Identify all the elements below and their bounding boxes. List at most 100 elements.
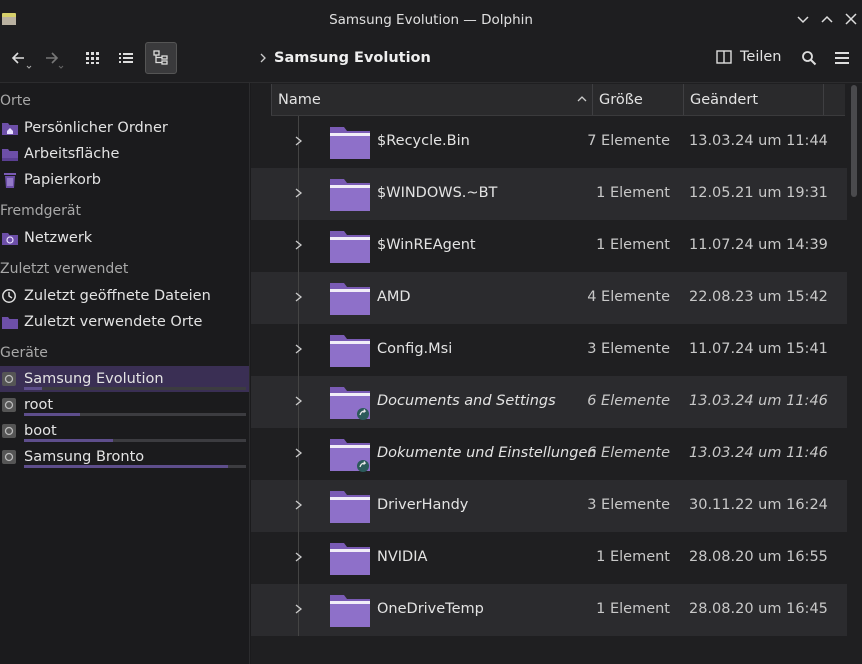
file-row[interactable]: $WinREAgent 1 Element 11.07.24 um 14:39 (251, 220, 847, 272)
toolbar: Samsung Evolution Teilen (0, 38, 862, 83)
file-row[interactable]: Dokumente und Einstellungen 6 Elemente 13.… (251, 428, 847, 480)
place-home[interactable]: Persönlicher Ordner (0, 115, 249, 141)
place-recent-files[interactable]: Zuletzt geöffnete Dateien (0, 283, 249, 309)
file-size: 3 Elemente (587, 341, 670, 357)
place-trash[interactable]: Papierkorb (0, 167, 249, 193)
breadcrumb-current[interactable]: Samsung Evolution (274, 50, 431, 66)
file-modified: 22.08.23 um 15:42 (689, 289, 828, 305)
list-icon (119, 53, 133, 63)
menu-button[interactable] (830, 42, 854, 74)
expand-chevron-icon[interactable] (294, 446, 304, 460)
sort-ascending-icon (577, 96, 587, 102)
file-name: $WINDOWS.~BT (377, 185, 498, 201)
file-row[interactable]: $WINDOWS.~BT 1 Element 12.05.21 um 19:31 (251, 168, 847, 220)
column-size[interactable]: Größe (592, 84, 683, 115)
search-button[interactable] (797, 42, 821, 74)
place-label: Zuletzt geöffnete Dateien (24, 288, 211, 304)
file-modified: 11.07.24 um 15:41 (689, 341, 828, 357)
forward-button[interactable] (38, 42, 66, 74)
section-orte: Orte (0, 93, 31, 109)
device-label: root (24, 397, 54, 413)
file-size: 6 Elemente (587, 393, 670, 409)
search-icon (802, 51, 817, 66)
expand-chevron-icon[interactable] (294, 134, 304, 148)
file-size: 1 Element (596, 185, 670, 201)
file-name: DriverHandy (377, 497, 469, 513)
drive-icon (2, 450, 16, 464)
place-label: Zuletzt verwendete Orte (24, 314, 203, 330)
folder-icon (330, 595, 370, 627)
expand-chevron-icon[interactable] (294, 602, 304, 616)
home-folder-icon (2, 123, 18, 135)
expand-chevron-icon[interactable] (294, 394, 304, 408)
folder-icon (330, 491, 370, 523)
file-size: 1 Element (596, 549, 670, 565)
file-row[interactable]: DriverHandy 3 Elemente 30.11.22 um 16:24 (251, 480, 847, 532)
place-label: Netzwerk (24, 230, 93, 246)
folder-icon (330, 127, 370, 159)
folder-icon (330, 231, 370, 263)
file-row[interactable]: Documents and Settings 6 Elemente 13.03.24… (251, 376, 847, 428)
file-name: Documents and Settings (377, 393, 556, 409)
icons-view-button[interactable] (79, 42, 107, 74)
compact-view-button[interactable] (112, 42, 140, 74)
column-name-label: Name (278, 91, 321, 108)
column-name[interactable]: Name (271, 84, 592, 115)
file-name: AMD (377, 289, 411, 305)
title-bar: Samsung Evolution — Dolphin (0, 0, 862, 38)
expand-chevron-icon[interactable] (294, 550, 304, 564)
file-size: 7 Elemente (587, 133, 670, 149)
folder-icon (330, 179, 370, 211)
file-row[interactable]: AMD 4 Elemente 22.08.23 um 15:42 (251, 272, 847, 324)
chevron-right-icon (260, 53, 266, 63)
file-size: 1 Element (596, 601, 670, 617)
window-title: Samsung Evolution — Dolphin (329, 12, 533, 28)
file-size: 3 Elemente (587, 497, 670, 513)
place-recent-locations[interactable]: Zuletzt verwendete Orte (0, 309, 249, 335)
file-row[interactable]: OneDriveTemp 1 Element 28.08.20 um 16:45 (251, 584, 847, 636)
share-label: Teilen (740, 49, 782, 65)
expand-chevron-icon[interactable] (294, 290, 304, 304)
file-name: OneDriveTemp (377, 601, 484, 617)
file-size: 1 Element (596, 237, 670, 253)
device-label: Samsung Evolution (24, 371, 164, 387)
place-desktop[interactable]: Arbeitsfläche (0, 141, 249, 167)
file-name: Dokumente und Einstellungen (377, 445, 597, 461)
file-row[interactable]: $Recycle.Bin 7 Elemente 13.03.24 um 11:44 (251, 116, 847, 168)
scrollbar-thumb[interactable] (851, 85, 857, 197)
column-header: Name Größe Geändert (271, 84, 845, 116)
tree-view-icon (153, 50, 168, 65)
vertical-scrollbar[interactable] (849, 85, 859, 664)
maximize-icon[interactable] (819, 11, 835, 27)
share-button[interactable]: Teilen (716, 49, 781, 65)
file-row[interactable]: Config.Msi 3 Elemente 11.07.24 um 15:41 (251, 324, 847, 376)
place-network[interactable]: Netzwerk (0, 225, 249, 251)
section-devices: Geräte (0, 345, 48, 361)
device-usage-bar (24, 439, 246, 442)
device-label: Samsung Bronto (24, 449, 145, 465)
hamburger-menu-icon (835, 52, 849, 64)
file-row[interactable]: NVIDIA 1 Element 28.08.20 um 16:55 (251, 532, 847, 584)
grid-icon (86, 52, 99, 64)
file-size: 4 Elemente (587, 289, 670, 305)
desktop-folder-icon (2, 149, 18, 161)
expand-chevron-icon[interactable] (294, 186, 304, 200)
device-usage-bar (24, 387, 246, 390)
column-modified-label: Geändert (690, 91, 759, 108)
place-label: Persönlicher Ordner (24, 120, 168, 136)
arrow-left-icon (11, 52, 32, 69)
expand-chevron-icon[interactable] (294, 238, 304, 252)
expand-chevron-icon[interactable] (294, 342, 304, 356)
back-button[interactable] (6, 42, 34, 74)
column-size-label: Größe (599, 91, 643, 108)
arrow-right-icon (46, 52, 64, 69)
close-icon[interactable] (843, 11, 859, 27)
file-modified: 12.05.21 um 19:31 (689, 185, 828, 201)
breadcrumb[interactable]: Samsung Evolution (258, 50, 431, 66)
folder-icon (330, 543, 370, 575)
trash-icon (4, 173, 16, 188)
details-view-button[interactable] (145, 42, 177, 74)
expand-chevron-icon[interactable] (294, 498, 304, 512)
column-modified[interactable]: Geändert (683, 84, 823, 115)
minimize-icon[interactable] (795, 11, 811, 27)
